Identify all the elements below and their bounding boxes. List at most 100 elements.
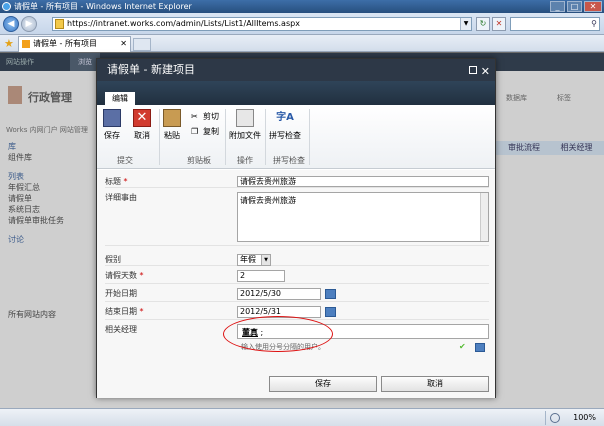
cut-label: 剪切 [203,112,219,121]
days-input[interactable]: 2 [237,270,285,282]
group-actions: 操作 [237,156,253,165]
ribbon-separator [265,109,266,165]
address-dropdown-icon[interactable]: ▼ [460,18,471,30]
ribbon-tabs: 编辑 [97,81,495,105]
annotation-circle [223,316,333,352]
form-footer: 保存 取消 [97,370,495,398]
save-button[interactable]: 保存 [103,109,121,141]
paste-icon [163,109,181,127]
nav-leave-tasks[interactable]: 请假单审批任务 [8,215,64,226]
dialog-close-icon[interactable]: ✕ [481,61,490,83]
paste-button[interactable]: 粘贴 [163,109,181,141]
window-title: 请假单 - 所有项目 - Windows Internet Explorer [14,2,192,11]
save-label: 保存 [104,131,120,140]
nav-system-log[interactable]: 系统日志 [8,204,64,215]
tab-label: 请假单 - 所有项目 [33,39,97,48]
row-manager: 相关经理 董真 ; 输入使用分号分隔的用户。 ✔ [105,316,489,354]
refresh-icon[interactable]: ↻ [476,17,490,31]
window-controls: _ □ ✕ [550,1,602,12]
group-spelling: 拼写检查 [273,156,305,165]
tab-bar: ★ 请假单 - 所有项目 ✕ [0,35,604,52]
cut-button[interactable]: ✂ 剪切 [191,111,219,122]
copy-button[interactable]: ❐ 复制 [191,126,219,137]
nav-annual-leave[interactable]: 年假汇总 [8,182,64,193]
zoom-icon[interactable] [550,413,560,423]
nav-lists[interactable]: 列表 [8,171,64,182]
dialog-maximize-icon[interactable] [469,66,477,74]
back-button[interactable]: ◀ [3,16,19,32]
footer-cancel-button[interactable]: 取消 [381,376,489,392]
ribbon: 保存 ✕ 取消 粘贴 ✂ 剪切 ❐ 复制 附加文件 字A 拼写检查 提交 剪贴板… [97,105,495,169]
tab-page-icon [22,40,30,48]
window-titlebar: 请假单 - 所有项目 - Windows Internet Explorer _… [0,0,604,13]
search-input[interactable]: ⚲ [510,17,600,31]
textarea-scrollbar[interactable] [480,193,488,241]
tab-close-icon[interactable]: ✕ [120,37,127,51]
ribbon-label-tags[interactable]: 标签 [557,93,571,103]
copy-label: 复制 [203,127,219,136]
save-icon [103,109,121,127]
row-title: 标题 * 请假去贵州旅游 [105,174,489,188]
nav-discussions[interactable]: 讨论 [8,234,64,245]
footer-save-button[interactable]: 保存 [269,376,377,392]
tab-edit[interactable]: 编辑 [105,92,135,105]
browse-people-icon[interactable] [475,343,485,352]
spelling-button[interactable]: 字A 拼写检查 [269,109,301,141]
copy-icon: ❐ [191,127,199,136]
column-approval: 审批流程 [508,143,540,152]
nav-libraries[interactable]: 库 [8,141,64,152]
start-date-input[interactable]: 2012/5/30 [237,288,321,300]
calendar-icon[interactable] [325,289,336,299]
row-days: 请假天数 * 2 [105,268,489,284]
start-date-label: 开始日期 [105,289,137,298]
browser-tab[interactable]: 请假单 - 所有项目 ✕ [18,36,131,52]
attach-file-button[interactable]: 附加文件 [229,109,261,141]
favorites-star-icon[interactable]: ★ [4,38,15,49]
attach-file-icon [236,109,254,127]
zoom-level[interactable]: 100% [573,412,596,424]
site-title: 行政管理 [28,91,72,104]
detail-label: 详细事由 [105,193,137,202]
paste-label: 粘贴 [164,131,180,140]
minimize-icon[interactable]: _ [550,1,565,12]
all-site-content-link[interactable]: 所有网站内容 [8,309,56,320]
search-icon[interactable]: ⚲ [591,19,597,28]
close-icon[interactable]: ✕ [584,1,602,12]
row-start-date: 开始日期 2012/5/30 [105,286,489,302]
cancel-button[interactable]: ✕ 取消 [133,109,151,141]
ribbon-label-database[interactable]: 数据库 [506,93,527,103]
detail-textarea[interactable]: 请假去贵州旅游 [237,192,489,242]
site-actions-menu[interactable]: 网站操作 [6,58,34,66]
maximize-icon[interactable]: □ [567,1,582,12]
check-names-icon[interactable]: ✔ [459,342,470,352]
type-selected: 年假 [240,255,256,264]
address-input[interactable]: https://intranet.works.com/admin/Lists/L… [52,17,472,31]
ribbon-separator [159,109,160,165]
nav-leave-form[interactable]: 请假单 [8,193,64,204]
row-type: 假别 年假 ▼ [105,252,489,266]
days-label: 请假天数 * [105,271,144,280]
address-toolbar: ◀ ▶ https://intranet.works.com/admin/Lis… [0,13,604,35]
manager-label: 相关经理 [105,325,137,334]
ribbon-separator [309,109,310,165]
group-clipboard: 剪贴板 [187,156,211,165]
row-detail: 详细事由 请假去贵州旅游 [105,190,489,246]
quick-launch: 库 组件库 列表 年假汇总 请假单 系统日志 请假单审批任务 讨论 [8,141,64,245]
page-icon [55,19,64,29]
dialog-title: 请假单 - 新建项目 [107,63,195,76]
type-select[interactable]: 年假 ▼ [237,254,271,266]
spelling-label: 拼写检查 [269,131,301,140]
status-bar: 100% [0,408,604,426]
new-tab-button[interactable] [133,38,151,51]
attach-label: 附加文件 [229,131,261,140]
end-date-label: 结束日期 * [105,307,144,316]
title-input[interactable]: 请假去贵州旅游 [237,176,489,187]
calendar-icon[interactable] [325,307,336,317]
column-manager: 相关经理 [560,143,593,152]
site-logo-icon [8,86,22,104]
stop-icon[interactable]: ✕ [492,17,506,31]
forward-button[interactable]: ▶ [21,16,37,32]
cancel-label: 取消 [134,131,150,140]
chevron-down-icon: ▼ [261,255,270,265]
nav-component-library[interactable]: 组件库 [8,152,64,163]
